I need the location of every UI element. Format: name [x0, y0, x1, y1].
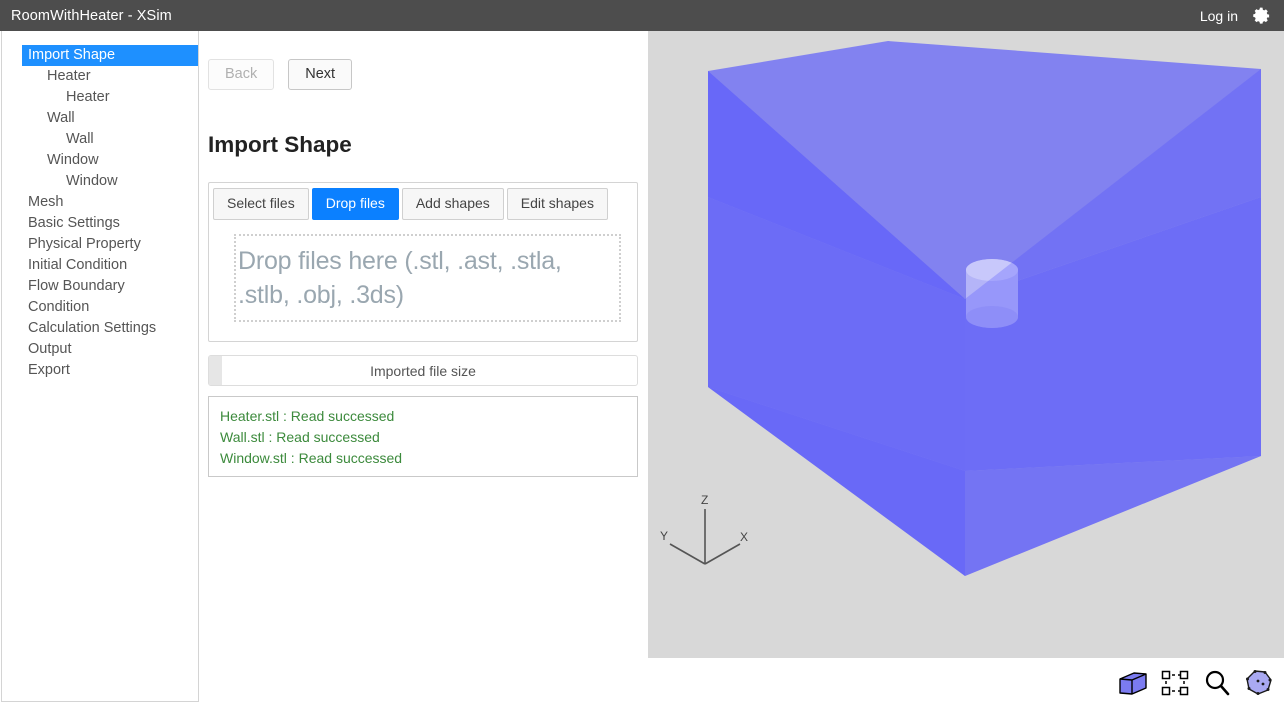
navigation-tree: Import Shape Heater Heater Wall Wall Window Wi…: [2, 31, 198, 381]
import-log: Heater.stl : Read successed Wall.stl : Re…: [208, 396, 638, 477]
dropzone-label: Drop files here (.stl, .ast, .stla, .stl…: [238, 247, 562, 309]
zoom-icon[interactable]: [1202, 669, 1232, 697]
window-title: RoomWithHeater - XSim: [11, 7, 172, 24]
tab-add-shapes[interactable]: Add shapes: [401, 188, 504, 220]
title-bar: RoomWithHeater - XSim Log in: [0, 0, 1284, 31]
title-bar-actions: Log in: [1200, 6, 1272, 26]
tab-edit-shapes[interactable]: Edit shapes: [506, 188, 608, 220]
import-card: Select files Drop files Add shapes Edit sha…: [208, 182, 638, 342]
svg-text:Z: Z: [701, 493, 708, 507]
sidebar-item-initial-condition[interactable]: Initial Condition: [2, 255, 198, 276]
log-line: Wall.stl : Read successed: [220, 429, 380, 445]
axis-indicator: Z Y X: [660, 493, 748, 565]
imported-file-size-progress: Imported file size: [208, 355, 638, 386]
sidebar-item-window[interactable]: Window: [2, 171, 198, 192]
log-line-list: Heater.stl : Read successed Wall.stl : Re…: [220, 406, 637, 469]
sidebar-item-export[interactable]: Export: [2, 360, 198, 381]
3d-viewport[interactable]: Z Y X: [648, 31, 1284, 658]
tab-drop-files[interactable]: Drop files: [311, 188, 399, 220]
gear-icon[interactable]: [1252, 6, 1272, 26]
viewport-toolbar: [1119, 660, 1280, 706]
import-tabs: Select files Drop files Add shapes Edit sha…: [209, 183, 637, 220]
sidebar-item-import-shape[interactable]: Import Shape: [22, 45, 198, 66]
log-line: Window.stl : Read successed: [220, 450, 403, 466]
svg-text:Y: Y: [660, 529, 668, 543]
sidebar-item-output[interactable]: Output: [2, 339, 198, 360]
tab-select-files[interactable]: Select files: [213, 188, 309, 220]
main-panel: Back Next Import Shape Select files Drop …: [199, 31, 648, 706]
sidebar: Import Shape Heater Heater Wall Wall Window Wi…: [1, 31, 199, 702]
svg-text:X: X: [740, 530, 748, 544]
select-box-icon[interactable]: [1160, 669, 1190, 697]
sidebar-item-calculation-settings[interactable]: Calculation Settings: [2, 318, 198, 339]
sidebar-item-physical-property[interactable]: Physical Property: [2, 234, 198, 255]
sidebar-item-heater[interactable]: Heater: [2, 66, 198, 87]
sidebar-item-condition[interactable]: Condition: [2, 297, 198, 318]
sidebar-item-wall[interactable]: Wall: [2, 129, 198, 150]
mesh-polygon-icon[interactable]: [1244, 669, 1274, 697]
box-view-icon[interactable]: [1118, 669, 1148, 697]
sidebar-item-flow-boundary[interactable]: Flow Boundary: [2, 276, 198, 297]
sidebar-item-mesh[interactable]: Mesh: [2, 192, 198, 213]
sidebar-item-heater[interactable]: Heater: [2, 87, 198, 108]
sidebar-item-basic-settings[interactable]: Basic Settings: [2, 213, 198, 234]
login-link[interactable]: Log in: [1200, 8, 1238, 24]
page-title: Import Shape: [208, 132, 352, 157]
progress-label: Imported file size: [370, 362, 476, 379]
wizard-nav-buttons: Back Next: [208, 59, 353, 90]
log-line: Heater.stl : Read successed: [220, 408, 395, 424]
room-with-heater-render: Z Y X: [660, 41, 1261, 576]
back-button[interactable]: Back: [208, 59, 275, 90]
sidebar-item-wall[interactable]: Wall: [2, 108, 198, 129]
file-dropzone[interactable]: Drop files here (.stl, .ast, .stla, .stl…: [234, 234, 621, 322]
sidebar-item-window[interactable]: Window: [2, 150, 198, 171]
next-button[interactable]: Next: [288, 59, 353, 90]
